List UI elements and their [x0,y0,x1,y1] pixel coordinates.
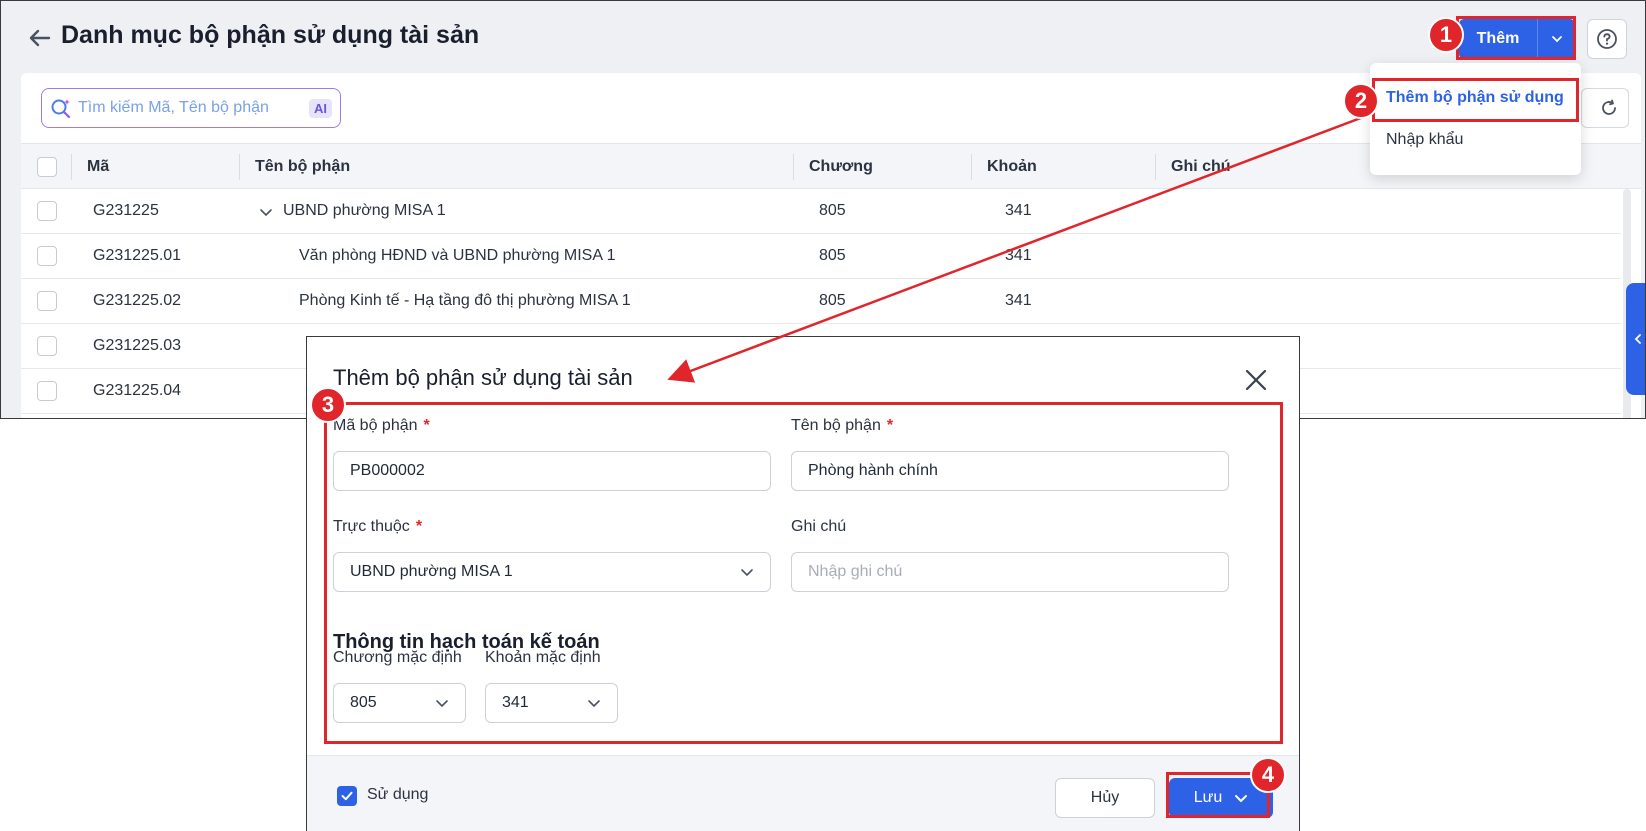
step-badge: 2 [1343,83,1379,119]
code-label: Mã bộ phận * [333,417,430,435]
code-label-text: Mã bộ phận [333,417,418,434]
column-divider [793,154,794,180]
row-chapter: 805 [819,247,846,264]
close-icon[interactable] [1243,367,1269,393]
row-account: 341 [1005,247,1032,264]
required-mark: * [415,518,423,535]
menu-item-add-department[interactable]: Thêm bộ phận sử dụng [1386,89,1564,107]
save-button-label: Lưu [1193,789,1223,806]
row-code: G231225.01 [93,247,182,264]
add-dropdown-toggle[interactable] [1538,32,1575,46]
dialog-title: Thêm bộ phận sử dụng tài sản [333,365,633,390]
step-badge: 1 [1428,17,1464,53]
column-divider [1155,154,1156,180]
chevron-down-icon [436,700,448,708]
refresh-button[interactable] [1581,88,1629,128]
chapter-label: Chương mặc định [333,649,462,666]
account-select-value: 341 [502,694,529,711]
add-dropdown-menu: Thêm bộ phận sử dụng Nhập khẩu [1370,63,1581,175]
row-checkbox[interactable] [37,336,57,356]
chevron-left-icon [1634,334,1641,344]
column-header-name[interactable]: Tên bộ phận [255,158,350,176]
row-code: G231225.02 [93,292,182,309]
account-select[interactable]: 341 [485,683,618,723]
chapter-select[interactable]: 805 [333,683,466,723]
required-mark: * [886,417,894,434]
menu-item-import[interactable]: Nhập khẩu [1386,131,1463,149]
use-checkbox-label[interactable]: Sử dụng [367,786,428,804]
name-input[interactable]: Phòng hành chính [791,451,1229,491]
note-input[interactable]: Nhập ghi chú [791,552,1229,592]
column-divider [239,154,240,180]
add-button-label: Thêm [1476,30,1520,47]
column-header-chapter[interactable]: Chương [809,158,873,176]
name-label: Tên bộ phận * [791,417,893,435]
help-button[interactable] [1587,19,1627,59]
column-header-code[interactable]: Mã [87,158,109,176]
row-chapter: 805 [819,292,846,309]
table-row[interactable]: G231225 UBND phường MISA 1 805 341 [21,189,1621,234]
row-name: Văn phòng HĐND và UBND phường MISA 1 [299,247,616,264]
column-header-note[interactable]: Ghi chú [1171,158,1231,176]
name-input-value: Phòng hành chính [808,462,938,479]
dialog-footer: Sử dụng Hủy Lưu [307,755,1299,831]
parent-label: Trực thuộc * [333,518,422,536]
row-account: 341 [1005,202,1032,219]
note-input-placeholder: Nhập ghi chú [808,563,903,580]
note-label: Ghi chú [791,518,847,535]
refresh-icon [1602,99,1616,115]
chevron-down-icon[interactable] [1234,791,1248,805]
parent-select[interactable]: UBND phường MISA 1 [333,552,771,592]
row-name: UBND phường MISA 1 [283,202,446,219]
name-label-text: Tên bộ phận [791,417,881,434]
step-badge: 4 [1250,757,1286,793]
table-row[interactable]: G231225.02 Phòng Kinh tế - Hạ tầng đô th… [21,279,1621,324]
table-row[interactable]: G231225.01 Văn phòng HĐND và UBND phường… [21,234,1621,279]
page-title: Danh mục bộ phận sử dụng tài sản [61,21,480,49]
code-input-value: PB000002 [350,462,425,479]
required-mark: * [423,417,430,434]
chevron-down-icon[interactable] [259,205,273,219]
row-chapter: 805 [819,202,846,219]
chapter-select-value: 805 [350,694,377,711]
side-panel-toggle[interactable] [1626,283,1645,395]
check-icon [341,791,353,801]
chevron-down-icon [1551,36,1562,43]
parent-select-value: UBND phường MISA 1 [350,563,513,580]
row-account: 341 [1005,292,1032,309]
ai-search-icon [51,99,71,119]
row-checkbox[interactable] [37,246,57,266]
add-button[interactable]: Thêm [1459,19,1575,59]
column-divider [71,154,72,180]
add-department-dialog: Thêm bộ phận sử dụng tài sản Mã bộ phận *… [306,336,1300,831]
row-checkbox[interactable] [37,201,57,221]
question-circle-icon [1597,29,1617,49]
row-code: G231225.03 [93,337,182,354]
search-box[interactable]: Tìm kiếm Mã, Tên bộ phận AI [41,88,341,128]
column-header-account[interactable]: Khoản [987,158,1037,176]
code-input[interactable]: PB000002 [333,451,771,491]
column-divider [971,154,972,180]
row-checkbox[interactable] [37,291,57,311]
parent-label-text: Trực thuộc [333,518,410,535]
ai-badge: AI [309,98,332,118]
row-checkbox[interactable] [37,381,57,401]
row-code: G231225 [93,202,159,219]
cancel-button[interactable]: Hủy [1055,778,1155,818]
back-arrow-icon[interactable] [25,23,55,53]
chevron-down-icon [588,700,600,708]
account-label: Khoản mặc định [485,649,601,666]
step-badge: 3 [310,387,346,423]
row-name: Phòng Kinh tế - Hạ tầng đô thị phường MI… [299,292,631,309]
search-input[interactable]: Tìm kiếm Mã, Tên bộ phận [78,99,309,117]
row-code: G231225.04 [93,382,182,399]
use-checkbox[interactable] [337,786,357,806]
select-all-checkbox[interactable] [37,157,57,177]
chevron-down-icon [741,569,753,577]
